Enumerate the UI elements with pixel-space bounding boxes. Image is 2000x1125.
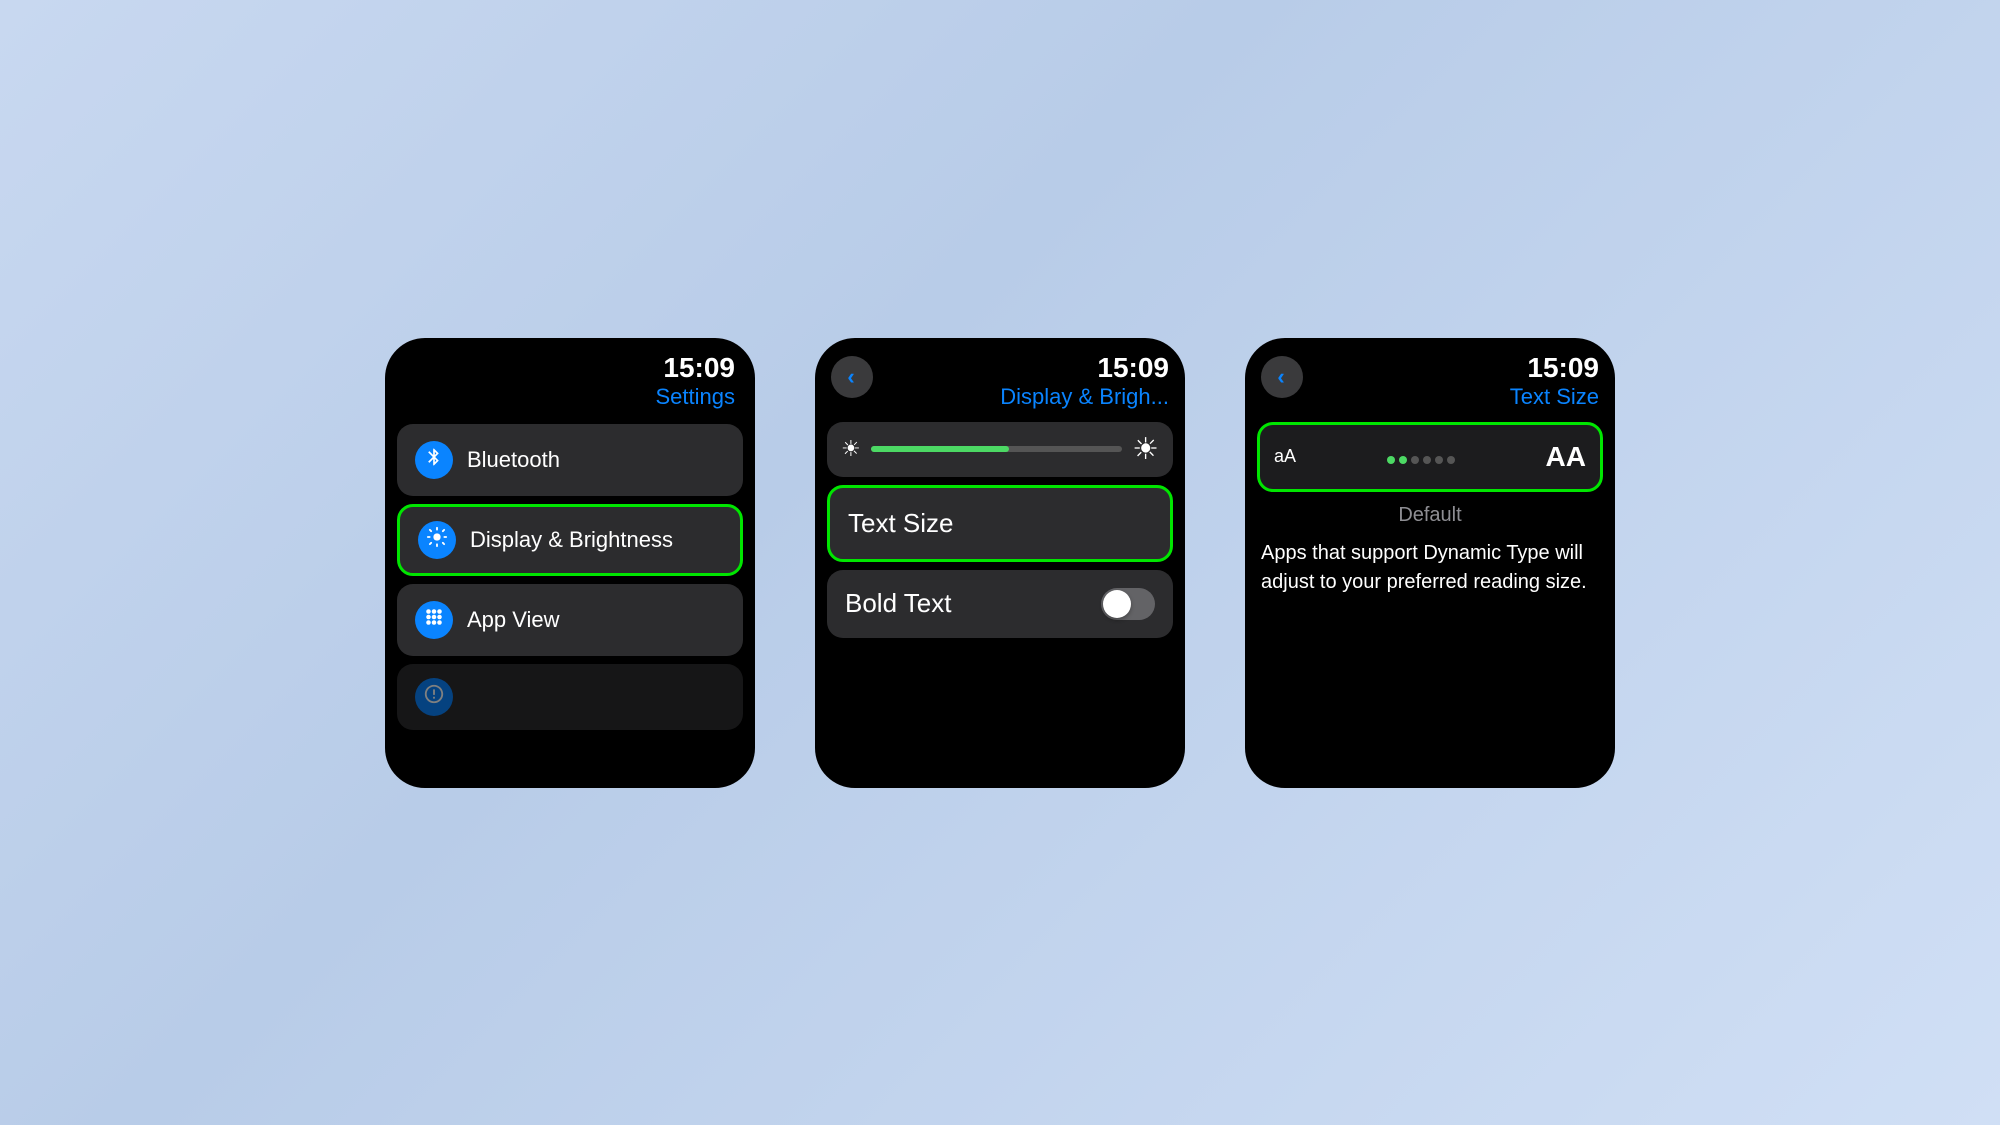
bold-text-row: Bold Text: [827, 570, 1173, 638]
default-label: Default: [1245, 504, 1615, 539]
text-size-large-label: AA: [1532, 425, 1600, 489]
screen1-title: Settings: [405, 384, 735, 410]
bold-text-toggle[interactable]: [1101, 588, 1155, 620]
text-size-dots: [1387, 456, 1455, 464]
app-view-icon-bg: [415, 601, 453, 639]
settings-list: Bluetooth Display & Brightness App View: [385, 418, 755, 736]
screen3-title: Text Size: [1311, 384, 1599, 410]
dot-2: [1399, 456, 1407, 464]
screen2-back-button[interactable]: ‹: [831, 356, 873, 398]
bluetooth-icon-bg: [415, 441, 453, 479]
toggle-thumb: [1103, 590, 1131, 618]
app-view-label: App View: [467, 607, 560, 633]
screen1-header: 15:09 Settings: [385, 338, 755, 418]
screen3-header-text: 15:09 Text Size: [1303, 354, 1599, 410]
screen3-back-button[interactable]: ‹: [1261, 356, 1303, 398]
text-size-small-label: aA: [1260, 430, 1310, 483]
dot-5: [1435, 456, 1443, 464]
display-brightness-item[interactable]: Display & Brightness: [397, 504, 743, 576]
sun-small-icon: ☀: [841, 436, 861, 462]
display-brightness-screen: ‹ 15:09 Display & Brigh... ☀ ☀ Text Size…: [815, 338, 1185, 788]
brightness-slider-row[interactable]: ☀ ☀: [827, 422, 1173, 477]
text-size-menu-item[interactable]: Text Size: [827, 485, 1173, 562]
dot-3: [1411, 456, 1419, 464]
partial-icon: [423, 683, 445, 711]
display-brightness-icon: [426, 526, 448, 554]
bluetooth-item[interactable]: Bluetooth: [397, 424, 743, 496]
screen3-time: 15:09: [1311, 354, 1599, 382]
partial-icon-bg: [415, 678, 453, 716]
text-size-menu-label: Text Size: [848, 508, 954, 539]
screen1-time: 15:09: [405, 354, 735, 382]
screen2-header-text: 15:09 Display & Brigh...: [873, 354, 1169, 410]
brightness-slider-track: [871, 446, 1122, 452]
display-brightness-icon-bg: [418, 521, 456, 559]
brightness-slider-fill: [871, 446, 1009, 452]
description-text: Apps that support Dynamic Type will adju…: [1245, 539, 1615, 597]
bluetooth-label: Bluetooth: [467, 447, 560, 473]
screen2-time: 15:09: [881, 354, 1169, 382]
screen2-title: Display & Brigh...: [881, 384, 1169, 410]
bluetooth-icon: [424, 447, 444, 473]
sun-large-icon: ☀: [1132, 432, 1159, 467]
bold-text-label: Bold Text: [845, 588, 951, 619]
screen3-back-chevron-icon: ‹: [1277, 366, 1284, 388]
app-view-item[interactable]: App View: [397, 584, 743, 656]
display-brightness-label: Display & Brightness: [470, 527, 673, 553]
text-size-screen: ‹ 15:09 Text Size aA AA Default Apps th: [1245, 338, 1615, 788]
screen3-header: ‹ 15:09 Text Size: [1245, 338, 1615, 418]
app-view-icon: [423, 606, 445, 634]
screen2-header: ‹ 15:09 Display & Brigh...: [815, 338, 1185, 418]
settings-screen: 15:09 Settings Bluetooth Display & Brigh…: [385, 338, 755, 788]
text-size-selector[interactable]: aA AA: [1257, 422, 1603, 492]
dot-6: [1447, 456, 1455, 464]
back-chevron-icon: ‹: [847, 366, 854, 388]
dot-4: [1423, 456, 1431, 464]
partial-item: [397, 664, 743, 730]
dot-1: [1387, 456, 1395, 464]
